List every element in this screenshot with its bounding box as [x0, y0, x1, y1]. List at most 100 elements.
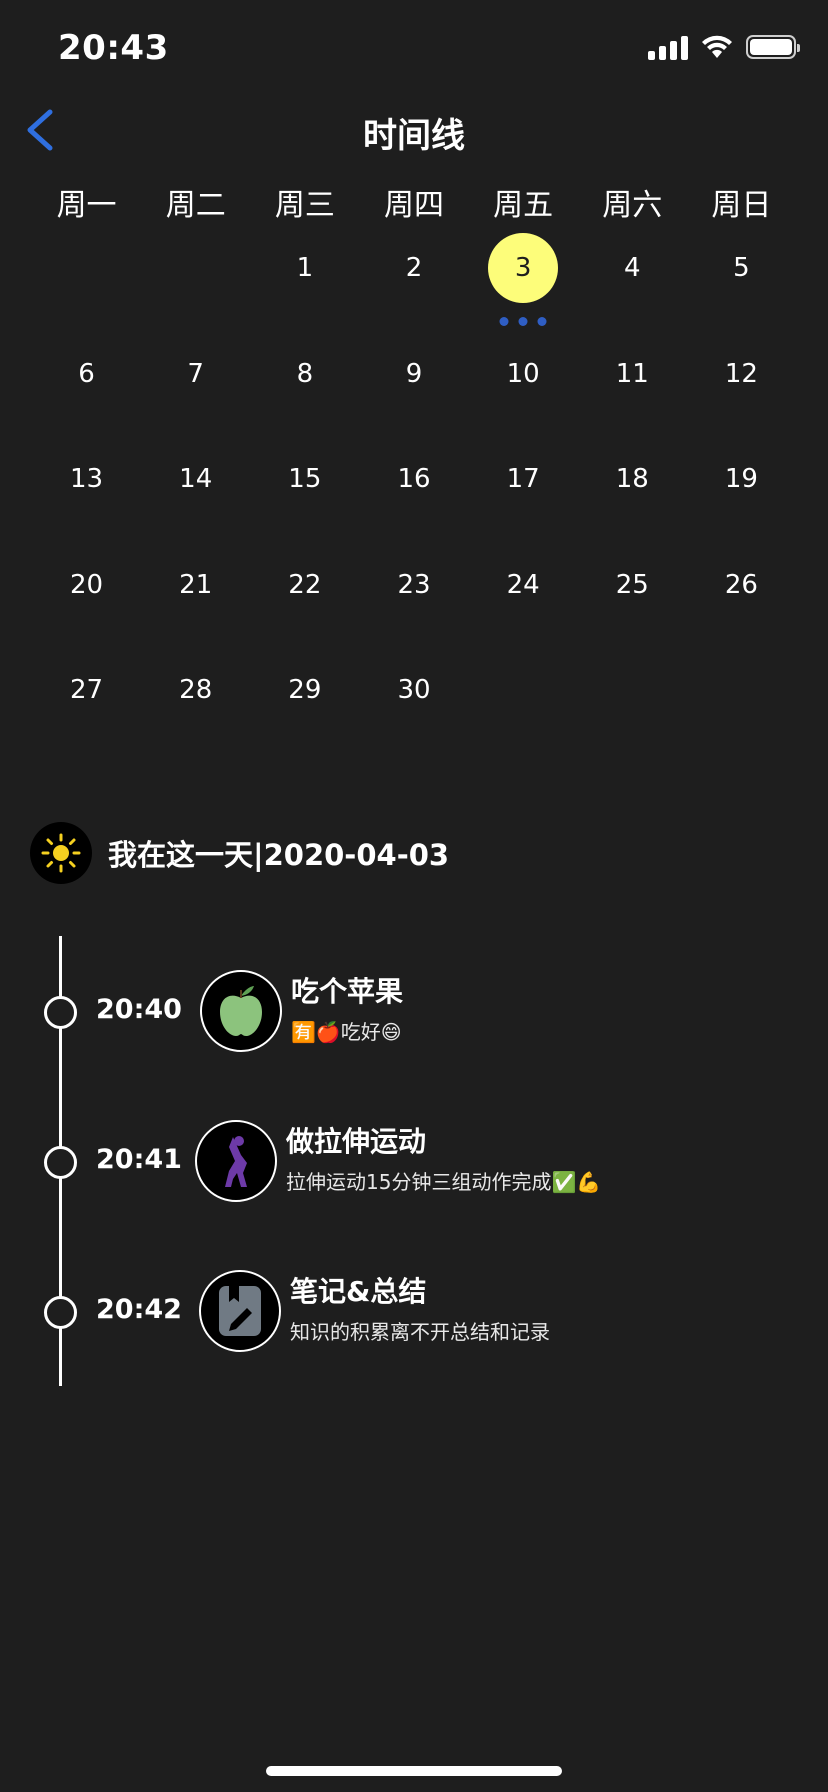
calendar-day[interactable]: 13 — [32, 444, 141, 550]
calendar-day[interactable]: 23 — [359, 550, 468, 656]
status-time: 20:43 — [58, 28, 169, 68]
calendar-day[interactable]: 29 — [250, 655, 359, 761]
calendar-day[interactable]: 25 — [578, 550, 687, 656]
weekday-label: 周二 — [165, 188, 226, 223]
calendar-day-number: 14 — [179, 464, 213, 494]
calendar-day[interactable]: 24 — [469, 550, 578, 656]
calendar-day[interactable]: 14 — [141, 444, 250, 550]
calendar-day-number: 13 — [70, 464, 104, 494]
signal-icon — [648, 34, 688, 60]
calendar-day-number: 22 — [288, 569, 322, 600]
calendar-day-number: 23 — [397, 569, 431, 600]
weekday-label: 周四 — [383, 188, 444, 223]
calendar-day[interactable]: 16 — [359, 444, 468, 550]
calendar-day[interactable]: 30 — [359, 655, 468, 761]
calendar-day[interactable]: 1 — [250, 233, 359, 339]
calendar-day-number: 15 — [288, 464, 322, 494]
weekday-label: 周五 — [493, 188, 554, 223]
screen: 20:43 时间线 周一 周二 周三 周四 周五 周六 周日 1 2 3 4 5 6 7 8 9 10 11 12… — [0, 0, 828, 1792]
sun-icon — [30, 822, 92, 884]
calendar-day-number: 18 — [615, 464, 649, 494]
calendar-day-number: 4 — [623, 253, 641, 283]
calendar-day[interactable]: 5 — [687, 233, 796, 339]
calendar-day[interactable]: 11 — [578, 339, 687, 445]
calendar-day[interactable]: 9 — [359, 339, 468, 445]
timeline-node — [44, 1296, 77, 1329]
calendar-day-number: 9 — [405, 358, 423, 389]
timeline-item[interactable]: 20:41 做拉伸运动 拉伸运动15分钟三组动作完成✅💪 — [0, 1120, 828, 1204]
timeline-time: 20:40 — [96, 994, 182, 1025]
calendar-day-number: 6 — [78, 358, 95, 389]
calendar-day[interactable]: 8 — [250, 339, 359, 445]
calendar-day-number: 20 — [70, 569, 104, 600]
calendar-day[interactable]: 15 — [250, 444, 359, 550]
timeline-title: 做拉伸运动 — [286, 1125, 427, 1158]
calendar-day[interactable]: 22 — [250, 550, 359, 656]
calendar-day[interactable]: 21 — [141, 550, 250, 656]
calendar-day-selected[interactable]: 3 — [469, 233, 578, 339]
calendar-day[interactable]: 18 — [578, 444, 687, 550]
calendar-day[interactable]: 4 — [578, 233, 687, 339]
calendar-day-number: 26 — [724, 569, 758, 600]
timeline-node — [44, 1146, 77, 1179]
calendar-day-number: 8 — [296, 358, 314, 389]
note-icon[interactable] — [199, 1270, 281, 1352]
calendar-day-number: 16 — [397, 464, 431, 494]
calendar-day-number: 27 — [70, 675, 104, 705]
calendar-day-number: 25 — [615, 569, 649, 600]
calendar-day-number: 30 — [397, 675, 431, 705]
timeline-time: 20:41 — [96, 1144, 182, 1175]
calendar-day-number: 17 — [506, 464, 540, 494]
calendar-day-number: 19 — [724, 464, 758, 494]
calendar-day-number: 21 — [179, 569, 213, 600]
event-dots — [499, 317, 547, 326]
wifi-icon — [702, 35, 732, 58]
calendar-day[interactable]: 27 — [32, 655, 141, 761]
apple-icon[interactable] — [200, 970, 282, 1052]
calendar-day[interactable]: 7 — [141, 339, 250, 445]
calendar-day-number: 3 — [488, 233, 559, 303]
calendar-day[interactable]: 26 — [687, 550, 796, 656]
timeline-desc: 知识的积累离不开总结和记录 — [290, 1320, 550, 1344]
calendar-day-number: 29 — [288, 675, 322, 705]
status-icons — [648, 34, 800, 60]
calendar-day-number: 5 — [733, 253, 750, 283]
event-dot — [499, 317, 509, 326]
calendar-day-number: 7 — [187, 358, 204, 389]
calendar-day-number: 24 — [506, 569, 540, 600]
calendar-day-number: 1 — [296, 253, 314, 283]
weekday-header: 周一 周二 周三 周四 周五 周六 周日 — [32, 180, 796, 224]
stretch-icon[interactable] — [195, 1120, 277, 1202]
weekday-label: 周六 — [602, 188, 663, 223]
calendar-day[interactable]: 2 — [359, 233, 468, 339]
weekday-label: 周三 — [274, 188, 335, 223]
timeline-desc: 🈶🍎吃好😄 — [291, 1020, 402, 1044]
calendar-day-number: 11 — [615, 358, 649, 389]
timeline-time: 20:42 — [96, 1294, 182, 1325]
calendar-day[interactable]: 6 — [32, 339, 141, 445]
page-title: 时间线 — [363, 116, 465, 156]
timeline-node — [44, 996, 77, 1029]
timeline-item[interactable]: 20:42 笔记&总结 知识的积累离不开总结和记录 — [0, 1270, 828, 1354]
calendar-day[interactable]: 17 — [469, 444, 578, 550]
calendar-day-number: 28 — [179, 675, 213, 705]
calendar-day-number: 2 — [405, 253, 423, 283]
day-header-title: 我在这一天|2020-04-03 — [108, 838, 450, 872]
calendar-day-number: 10 — [506, 358, 540, 389]
weekday-label: 周一 — [56, 188, 117, 223]
calendar-day[interactable]: 10 — [469, 339, 578, 445]
timeline-title: 吃个苹果 — [291, 975, 404, 1008]
calendar-day[interactable]: 20 — [32, 550, 141, 656]
timeline-item[interactable]: 20:40 吃个苹果 🈶🍎吃好😄 — [0, 970, 828, 1054]
calendar-day[interactable]: 19 — [687, 444, 796, 550]
calendar-day[interactable]: 12 — [687, 339, 796, 445]
calendar-blank — [32, 233, 141, 339]
home-indicator[interactable] — [266, 1766, 562, 1776]
calendar-day[interactable]: 28 — [141, 655, 250, 761]
battery-icon — [746, 35, 800, 59]
calendar-blank — [141, 233, 250, 339]
day-header: 我在这一天|2020-04-03 — [30, 822, 449, 884]
timeline-desc: 拉伸运动15分钟三组动作完成✅💪 — [286, 1170, 602, 1194]
event-dot — [518, 317, 528, 326]
calendar-day-number: 12 — [724, 358, 758, 389]
